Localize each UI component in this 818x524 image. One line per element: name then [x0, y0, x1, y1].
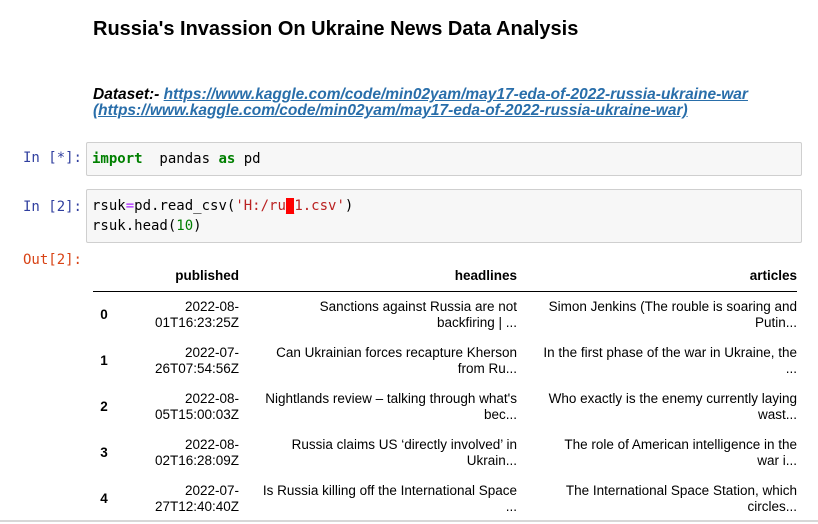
code-cell-2[interactable]: rsuk=pd.read_csv('H:/ru_1.csv') rsuk.hea…: [86, 189, 802, 243]
table-row: 4 2022-07- 27T12:40:40Z Is Russia killing o…: [93, 476, 797, 522]
cell-line: Who exactly is the enemy currently layin…: [548, 391, 797, 406]
code-token: 1.csv': [294, 198, 345, 214]
code-token: import: [92, 151, 143, 167]
code-token: pd: [235, 151, 261, 167]
cell-line: Is Russia killing off the International …: [262, 483, 517, 498]
cell-line: ...: [785, 361, 797, 376]
cell-published: 2022-07- 26T07:54:56Z: [115, 338, 239, 384]
code-token: rsuk: [92, 198, 126, 214]
cell-headlines: Nightlands review – talking through what…: [239, 384, 517, 430]
notebook-title: Russia's Invassion On Ukraine News Data …: [93, 18, 579, 40]
row-index: 4: [100, 491, 108, 506]
cell-line: 2022-08-: [184, 299, 239, 314]
cell-line: Simon Jenkins (The rouble is soaring and: [548, 299, 797, 314]
cell-line: Putin...: [754, 315, 797, 330]
cell-line: 26T07:54:56Z: [154, 361, 239, 376]
cell-published: 2022-08- 05T15:00:03Z: [115, 384, 239, 430]
code-cell-1[interactable]: import pandas as pd: [86, 142, 802, 176]
cell-line: 2022-08-: [184, 437, 239, 452]
output-prompt: Out[2]:: [22, 252, 82, 268]
row-index: 1: [100, 353, 108, 368]
dataset-label: Dataset:-: [93, 86, 164, 103]
table-row: 0 2022-08- 01T16:23:25Z Sanctions against R…: [93, 292, 797, 339]
code-token: 10: [176, 218, 194, 234]
table-row: 1 2022-07- 26T07:54:56Z Can Ukrainian force…: [93, 338, 797, 384]
cell-published: 2022-08- 01T16:23:25Z: [115, 292, 239, 339]
cell-headlines: Can Ukrainian forces recapture Kherson fr…: [239, 338, 517, 384]
code-token: pd.read_csv(: [134, 198, 236, 214]
column-header-published: published: [115, 262, 239, 292]
row-index: 0: [100, 307, 108, 322]
cell-articles: The role of American intelligence in the…: [517, 430, 797, 476]
cell-headlines: Russia claims US ‘directly involved’ in U…: [239, 430, 517, 476]
cell-line: bec...: [483, 407, 517, 422]
code-token: pandas: [142, 151, 219, 167]
cell-line: wast...: [757, 407, 797, 422]
code-token: =: [125, 198, 135, 214]
dataframe-output-table: published headlines articles 0 2022-08- 01…: [93, 262, 797, 522]
cell-articles: Simon Jenkins (The rouble is soaring and…: [517, 292, 797, 339]
cell-line: Nightlands review – talking through what…: [265, 391, 517, 406]
table-header-row: published headlines articles: [93, 262, 797, 292]
dataset-link[interactable]: https://www.kaggle.com/code/min02yam/may…: [164, 86, 748, 103]
cell-articles: Who exactly is the enemy currently layin…: [517, 384, 797, 430]
cell-line: ...: [505, 499, 517, 514]
cell-1-prompt: In [*]:: [22, 150, 82, 166]
column-header-headlines: headlines: [239, 262, 517, 292]
cell-line: 2022-07-: [184, 345, 239, 360]
cell-line: Sanctions against Russia are not: [319, 299, 517, 314]
dataset-link-parenthesized[interactable]: (https://www.kaggle.com/code/min02yam/ma…: [93, 102, 688, 119]
column-header-index: [93, 262, 115, 292]
table-row: 3 2022-08- 02T16:28:09Z Russia claims US ‘d…: [93, 430, 797, 476]
code-token: ): [193, 218, 202, 234]
code-token: 'H:/ru: [235, 198, 286, 214]
row-index: 2: [100, 399, 108, 414]
code-token: as: [218, 151, 236, 167]
cell-headlines: Is Russia killing off the International …: [239, 476, 517, 522]
cell-line: from Ru...: [457, 361, 517, 376]
cell-line: 27T12:40:40Z: [154, 499, 239, 514]
row-index: 3: [100, 445, 108, 460]
cell-line: circles...: [747, 499, 797, 514]
cell-line: In the first phase of the war in Ukraine…: [543, 345, 797, 360]
dataset-paragraph: Dataset:- https://www.kaggle.com/code/mi…: [93, 87, 793, 119]
cell-line: 2022-08-: [184, 391, 239, 406]
cell-2-prompt: In [2]:: [22, 199, 82, 215]
column-header-articles: articles: [517, 262, 797, 292]
cell-line: The role of American intelligence in the: [564, 437, 797, 452]
cell-line: Can Ukrainian forces recapture Kherson: [276, 345, 517, 360]
cell-articles: The International Space Station, which ci…: [517, 476, 797, 522]
scroll-edge-divider: [0, 520, 818, 522]
cell-line: Russia claims US ‘directly involved’ in: [291, 437, 517, 452]
cell-line: The International Space Station, which: [565, 483, 797, 498]
cell-line: 02T16:28:09Z: [154, 453, 239, 468]
table-row: 2 2022-08- 05T15:00:03Z Nightlands review –…: [93, 384, 797, 430]
cell-line: Ukrain...: [466, 453, 517, 468]
cell-articles: In the first phase of the war in Ukraine…: [517, 338, 797, 384]
cell-line: backfiring | ...: [436, 315, 517, 330]
cell-headlines: Sanctions against Russia are not backfiri…: [239, 292, 517, 339]
cell-line: war i...: [757, 453, 797, 468]
cell-line: 01T16:23:25Z: [154, 315, 239, 330]
cell-published: 2022-08- 02T16:28:09Z: [115, 430, 239, 476]
cell-line: 05T15:00:03Z: [154, 407, 239, 422]
cell-line: 2022-07-: [184, 483, 239, 498]
cell-published: 2022-07- 27T12:40:40Z: [115, 476, 239, 522]
